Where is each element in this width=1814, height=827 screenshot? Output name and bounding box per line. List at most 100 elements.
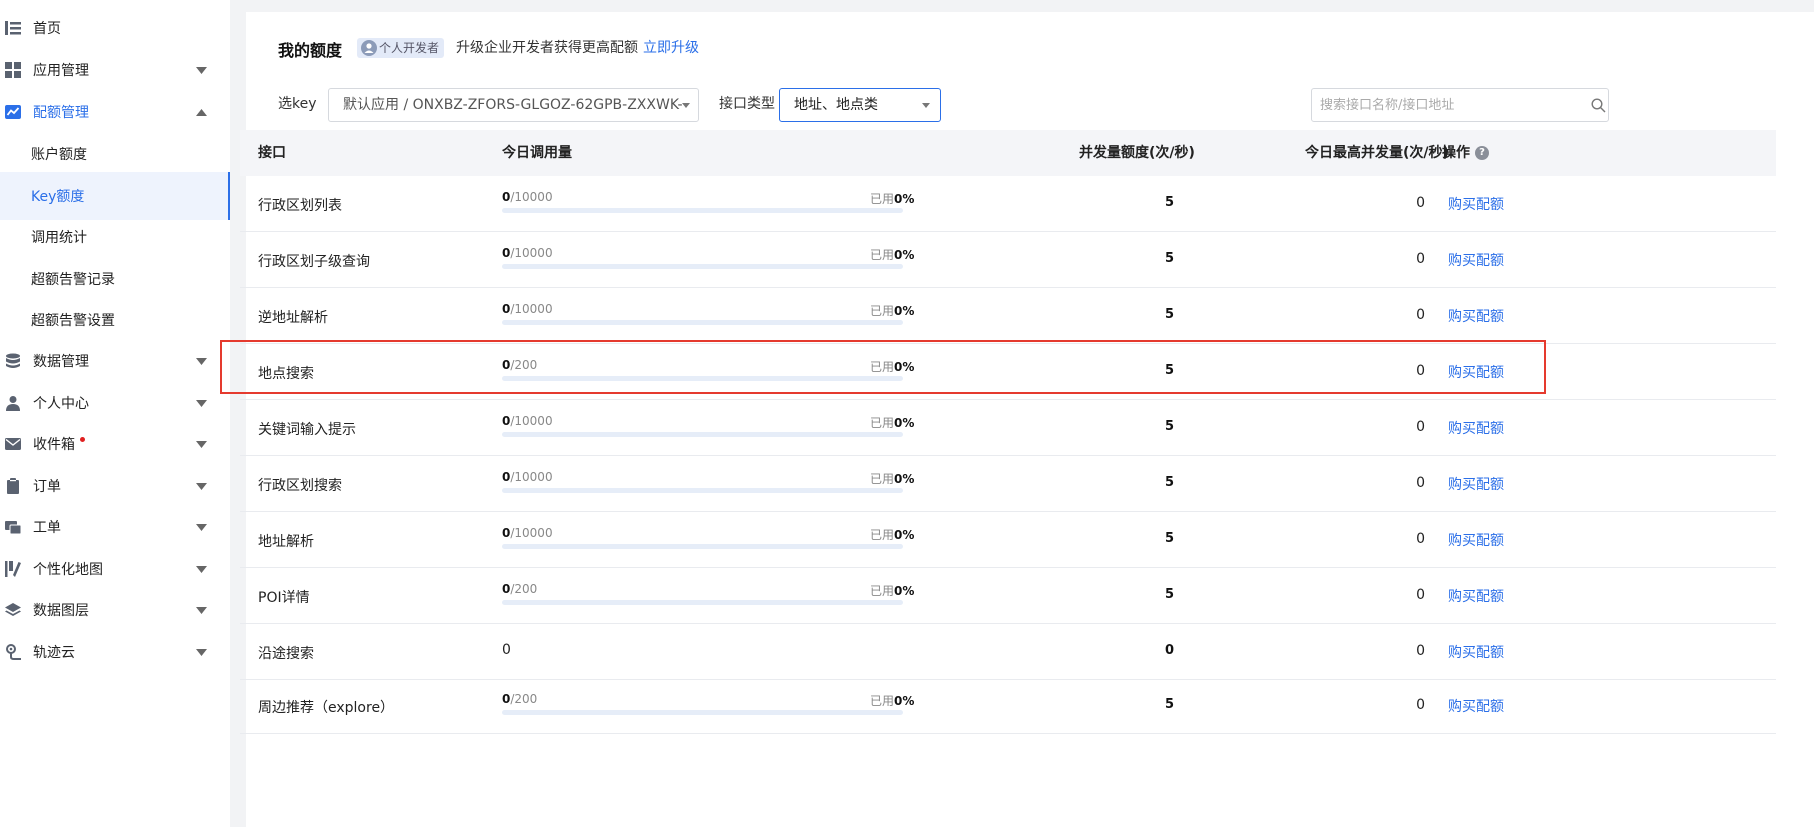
chevron-down-icon <box>196 358 207 365</box>
usage-limit: /10000 <box>510 190 553 204</box>
buy-quota-link[interactable]: 购买配额 <box>1448 362 1504 382</box>
mail-icon <box>5 438 21 450</box>
column-header-today-calls: 今日调用量 <box>502 145 572 161</box>
qps-quota: 5 <box>1164 587 1174 602</box>
sidebar-item-tickets[interactable]: 工单 <box>0 503 230 551</box>
table-row: 关键词输入提示 0/10000 已用0% 5 0 购买配额 <box>240 400 1776 456</box>
key-select-label: 选key <box>278 96 317 112</box>
sidebar-item-data-layers[interactable]: 数据图层 <box>0 586 230 634</box>
usage-percent-value: 0% <box>894 192 915 206</box>
peak-qps: 0 <box>1416 531 1425 547</box>
usage-progress-bar <box>502 208 903 213</box>
peak-qps: 0 <box>1416 475 1425 491</box>
sidebar-item-track-cloud[interactable]: 轨迹云 <box>0 628 230 676</box>
usage-percent: 已用0% <box>870 526 914 543</box>
upgrade-now-link[interactable]: 立即升级 <box>643 38 699 58</box>
usage-percent-value: 0% <box>894 248 915 262</box>
sidebar-item-label: 首页 <box>33 21 61 37</box>
search-input[interactable] <box>1320 89 1560 121</box>
usage-limit: /10000 <box>510 246 553 260</box>
search-icon[interactable] <box>1591 98 1606 113</box>
sidebar-subitem-label: 超额告警设置 <box>31 313 115 329</box>
sidebar-item-home[interactable]: 首页 <box>0 4 230 52</box>
sidebar-item-label: 数据图层 <box>33 603 89 619</box>
table-row: POI详情 0/200 已用0% 5 0 购买配额 <box>240 568 1776 624</box>
usage-count: 0/10000 <box>502 302 553 316</box>
peak-qps: 0 <box>1416 251 1425 267</box>
chart-icon <box>5 105 21 119</box>
sidebar-subitem-call-stats[interactable]: 调用统计 <box>0 213 230 261</box>
api-name: 关键词输入提示 <box>258 422 356 438</box>
usage-percent-prefix: 已用 <box>870 584 895 598</box>
table-row: 地址解析 0/10000 已用0% 5 0 购买配额 <box>240 512 1776 568</box>
usage-count: 0/10000 <box>502 190 553 204</box>
sidebar-item-label: 个性化地图 <box>33 562 103 578</box>
help-icon[interactable]: ? <box>1475 146 1489 160</box>
usage-progress-bar <box>502 264 903 269</box>
table-row: 行政区划子级查询 0/10000 已用0% 5 0 购买配额 <box>240 232 1776 288</box>
qps-quota: 5 <box>1164 307 1174 322</box>
sidebar-item-label: 应用管理 <box>33 63 89 79</box>
qps-quota: 5 <box>1164 531 1174 546</box>
qps-quota: 5 <box>1164 195 1174 210</box>
sidebar: 首页 应用管理 配额管理 账户额度 Key额度 调用统计 超额告警记录 超额告警… <box>0 0 230 827</box>
sidebar-item-data-management[interactable]: 数据管理 <box>0 337 230 385</box>
sidebar-item-inbox[interactable]: 收件箱 <box>0 420 230 468</box>
unread-dot <box>80 437 85 442</box>
usage-percent-value: 0% <box>894 694 915 708</box>
usage-percent: 已用0% <box>870 414 914 431</box>
sidebar-item-label: 订单 <box>33 479 61 495</box>
buy-quota-link[interactable]: 购买配额 <box>1448 306 1504 326</box>
sidebar-subitem-label: 账户额度 <box>31 147 87 163</box>
developer-badge: 个人开发者 <box>357 38 445 58</box>
sidebar-subitem-account-quota[interactable]: 账户额度 <box>0 130 230 178</box>
column-header-actions: 操作? <box>1442 130 1489 176</box>
usage-count: 0/200 <box>502 692 537 706</box>
usage-progress-bar <box>502 320 903 325</box>
sidebar-item-quota-management[interactable]: 配额管理 <box>0 88 230 136</box>
usage-percent-prefix: 已用 <box>870 528 895 542</box>
key-select[interactable]: 默认应用 / ONXBZ-ZFORS-GLGOZ-62GPB-ZXXWK-DWF… <box>328 88 699 145</box>
usage-progress-bar <box>502 600 903 605</box>
usage-percent-value: 0% <box>894 360 915 374</box>
buy-quota-link[interactable]: 购买配额 <box>1448 642 1504 662</box>
usage-count: 0/200 <box>502 358 537 372</box>
api-type-select[interactable]: 地址、地点类 <box>779 88 941 122</box>
developer-avatar-icon <box>361 40 377 56</box>
usage-progress-bar <box>502 544 903 549</box>
sidebar-item-label: 轨迹云 <box>33 645 75 661</box>
peak-qps: 0 <box>1416 195 1425 211</box>
api-name: 行政区划子级查询 <box>258 254 370 270</box>
usage-progress-bar <box>502 710 903 715</box>
sidebar-item-app-management[interactable]: 应用管理 <box>0 46 230 94</box>
usage-percent-prefix: 已用 <box>870 248 895 262</box>
grid-icon <box>5 62 21 78</box>
usage-limit: /10000 <box>510 302 553 316</box>
usage-limit: /200 <box>510 692 538 706</box>
user-icon <box>6 396 20 411</box>
buy-quota-link[interactable]: 购买配额 <box>1448 696 1504 716</box>
sidebar-item-label: 收件箱 <box>33 437 75 453</box>
column-header-api: 接口 <box>258 145 286 161</box>
usage-percent: 已用0% <box>870 470 914 487</box>
usage-value: 0 <box>502 642 511 658</box>
buy-quota-link[interactable]: 购买配额 <box>1448 530 1504 550</box>
database-icon <box>6 353 20 368</box>
usage-percent-value: 0% <box>894 304 915 318</box>
main-panel: 我的额度 个人开发者 升级企业开发者获得更高配额 立即升级 选key 默认应用 … <box>240 12 1814 827</box>
usage-limit: /200 <box>510 582 538 596</box>
caret-down-icon <box>682 103 690 108</box>
qps-quota: 5 <box>1164 475 1174 490</box>
api-type-label: 接口类型 <box>719 96 775 112</box>
usage-percent-prefix: 已用 <box>870 694 895 708</box>
usage-limit: /10000 <box>510 414 553 428</box>
buy-quota-link[interactable]: 购买配额 <box>1448 586 1504 606</box>
usage-percent-prefix: 已用 <box>870 360 895 374</box>
qps-quota: 5 <box>1164 251 1174 266</box>
buy-quota-link[interactable]: 购买配额 <box>1448 194 1504 214</box>
peak-qps: 0 <box>1416 307 1425 323</box>
buy-quota-link[interactable]: 购买配额 <box>1448 474 1504 494</box>
table-row: 逆地址解析 0/10000 已用0% 5 0 购买配额 <box>240 288 1776 344</box>
buy-quota-link[interactable]: 购买配额 <box>1448 250 1504 270</box>
buy-quota-link[interactable]: 购买配额 <box>1448 418 1504 438</box>
